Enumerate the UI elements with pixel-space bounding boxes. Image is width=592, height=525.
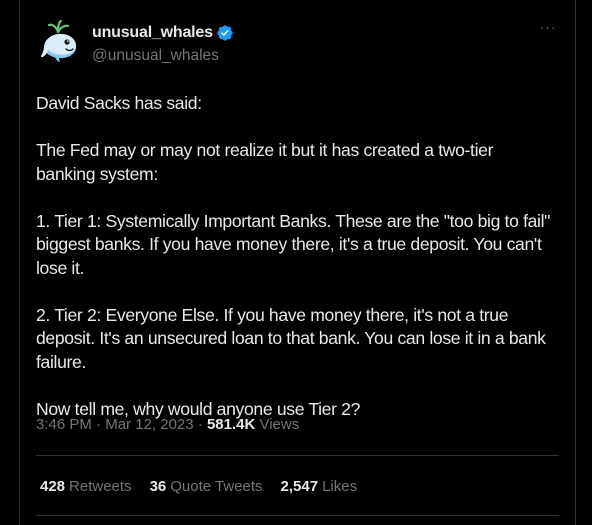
tweet-meta: 3:46 PM · Mar 12, 2023 · 581.4K Views [36, 416, 299, 433]
more-options-icon[interactable]: ··· [537, 20, 559, 38]
quote-tweets-label: Quote Tweets [170, 478, 263, 495]
whale-avatar-icon[interactable] [36, 18, 84, 66]
tweet-stats: 428 Retweets 36 Quote Tweets 2,547 Likes [40, 478, 375, 495]
likes-label: Likes [322, 478, 358, 495]
tweet-date[interactable]: Mar 12, 2023 [105, 416, 193, 433]
likes-stat[interactable]: 2,547 Likes [281, 478, 358, 495]
author-names: unusual_whales @unusual_whales [92, 23, 234, 65]
views-count: 581.4K [206, 416, 256, 433]
tweet-header: unusual_whales @unusual_whales ··· [36, 18, 563, 70]
display-name[interactable]: unusual_whales [92, 24, 213, 42]
meta-separator: · [193, 416, 207, 433]
divider [36, 455, 559, 456]
quote-tweets-count: 36 [149, 478, 167, 495]
author-handle[interactable]: @unusual_whales [92, 47, 234, 65]
tweet-text: David Sacks has said: The Fed may or may… [36, 93, 551, 419]
quote-tweets-stat[interactable]: 36 Quote Tweets [150, 478, 263, 495]
tweet-time[interactable]: 3:46 PM [36, 416, 92, 433]
divider [36, 515, 559, 516]
retweets-stat[interactable]: 428 Retweets [40, 478, 132, 495]
display-name-row: unusual_whales [92, 23, 234, 43]
retweets-label: Retweets [69, 478, 132, 495]
tweet-card: unusual_whales @unusual_whales ··· David… [19, 0, 576, 525]
views-label: Views [255, 416, 300, 433]
verified-badge-icon [216, 24, 234, 42]
meta-separator: · [91, 416, 106, 433]
likes-count: 2,547 [280, 478, 319, 495]
retweets-count: 428 [40, 478, 66, 495]
